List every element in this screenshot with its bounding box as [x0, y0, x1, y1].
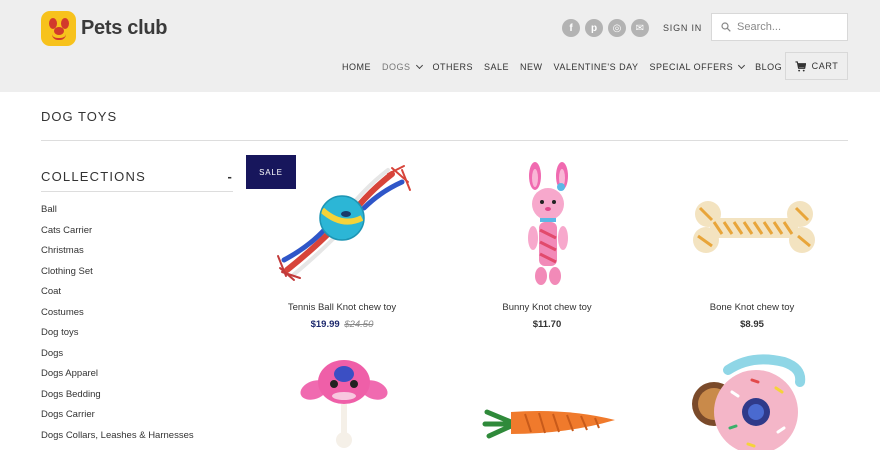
collection-link[interactable]: Dogs Apparel [41, 367, 194, 388]
product-image[interactable] [652, 352, 852, 450]
collection-link[interactable]: Dogs [41, 347, 194, 368]
collection-link[interactable]: Dogs Bedding [41, 388, 194, 409]
collections-list: Ball Cats Carrier Christmas Clothing Set… [41, 203, 194, 449]
nav-sale[interactable]: SALE [484, 62, 509, 72]
chevron-down-icon [738, 61, 746, 70]
product-price: $11.70 [532, 319, 562, 330]
bone-rope-toy-image [693, 201, 815, 253]
collection-link[interactable]: Cats Carrier [41, 224, 194, 245]
logo[interactable]: Pets club [41, 11, 168, 46]
nav-special-offers[interactable]: SPECIAL OFFERS [649, 61, 746, 72]
logo-text: Pets club [81, 17, 168, 39]
nav-new[interactable]: NEW [520, 62, 543, 72]
site-header: Pets club f p ◎ ✉ SIGN IN HOME DOGS OTHE… [0, 0, 880, 92]
product-card[interactable]: Bone Knot chew toy $8.95 [652, 160, 852, 330]
product-image[interactable] [242, 352, 442, 450]
product-card[interactable]: Bunny Knot chew toy $11.70 [447, 160, 647, 330]
search-icon [721, 22, 731, 32]
sale-badge: SALE [246, 155, 296, 189]
collection-link[interactable]: Costumes [41, 306, 194, 327]
main-nav: HOME DOGS OTHERS SALE NEW VALENTINE'S DA… [342, 61, 793, 72]
carrot-rope-toy-image [482, 409, 615, 439]
chevron-down-icon [415, 61, 423, 70]
page-title: DOG TOYS [41, 109, 118, 124]
nav-blog[interactable]: BLOG [755, 62, 782, 72]
facebook-icon[interactable]: f [562, 19, 580, 37]
instagram-icon[interactable]: ◎ [608, 19, 626, 37]
sign-in-link[interactable]: SIGN IN [663, 23, 702, 33]
product-price: $19.99 $24.50 [242, 319, 442, 330]
divider [41, 191, 233, 192]
compare-price: $24.50 [344, 319, 374, 330]
collection-link[interactable]: Coat [41, 285, 194, 306]
nav-others[interactable]: OTHERS [433, 62, 474, 72]
product-image[interactable] [652, 160, 852, 290]
collection-link[interactable]: Dogs Carrier [41, 408, 194, 429]
nav-valentines-day[interactable]: VALENTINE'S DAY [554, 62, 639, 72]
collection-link[interactable]: Christmas [41, 244, 194, 265]
product-name[interactable]: Bunny Knot chew toy [447, 302, 647, 313]
sale-price: $19.99 [310, 319, 340, 330]
nav-special-offers-label: SPECIAL OFFERS [649, 62, 734, 72]
donut-plush-toy-image [692, 354, 806, 450]
stitch-rope-toy-image [300, 360, 388, 448]
divider [41, 140, 848, 141]
nav-dogs-label: DOGS [382, 62, 411, 72]
search-input[interactable] [737, 21, 842, 33]
product-card[interactable] [242, 352, 442, 450]
pinterest-icon[interactable]: p [585, 19, 603, 37]
product-image[interactable] [447, 160, 647, 290]
bunny-rope-toy-image [528, 162, 568, 285]
cart-label: CART [811, 61, 839, 71]
product-name[interactable]: Bone Knot chew toy [652, 302, 852, 313]
product-image[interactable] [447, 352, 647, 450]
collection-link[interactable]: Dog toys [41, 326, 194, 347]
product-price: $8.95 [740, 319, 764, 330]
product-card[interactable] [652, 352, 852, 450]
collections-heading: COLLECTIONS [41, 169, 146, 184]
product-card[interactable] [447, 352, 647, 450]
social-links: f p ◎ ✉ [562, 19, 649, 37]
collection-link[interactable]: Ball [41, 203, 194, 224]
collection-link[interactable]: Dogs Collars, Leashes & Harnesses [41, 429, 194, 450]
cart-button[interactable]: CART [785, 52, 848, 80]
email-icon[interactable]: ✉ [631, 19, 649, 37]
product-name[interactable]: Tennis Ball Knot chew toy [242, 302, 442, 313]
collection-link[interactable]: Clothing Set [41, 265, 194, 286]
logo-icon [41, 11, 76, 46]
collections-header[interactable]: COLLECTIONS - [41, 169, 233, 184]
nav-home[interactable]: HOME [342, 62, 371, 72]
search-box[interactable] [711, 13, 848, 41]
nav-dogs[interactable]: DOGS [382, 61, 423, 72]
collapse-toggle[interactable]: - [227, 169, 233, 184]
cart-icon [795, 60, 806, 72]
